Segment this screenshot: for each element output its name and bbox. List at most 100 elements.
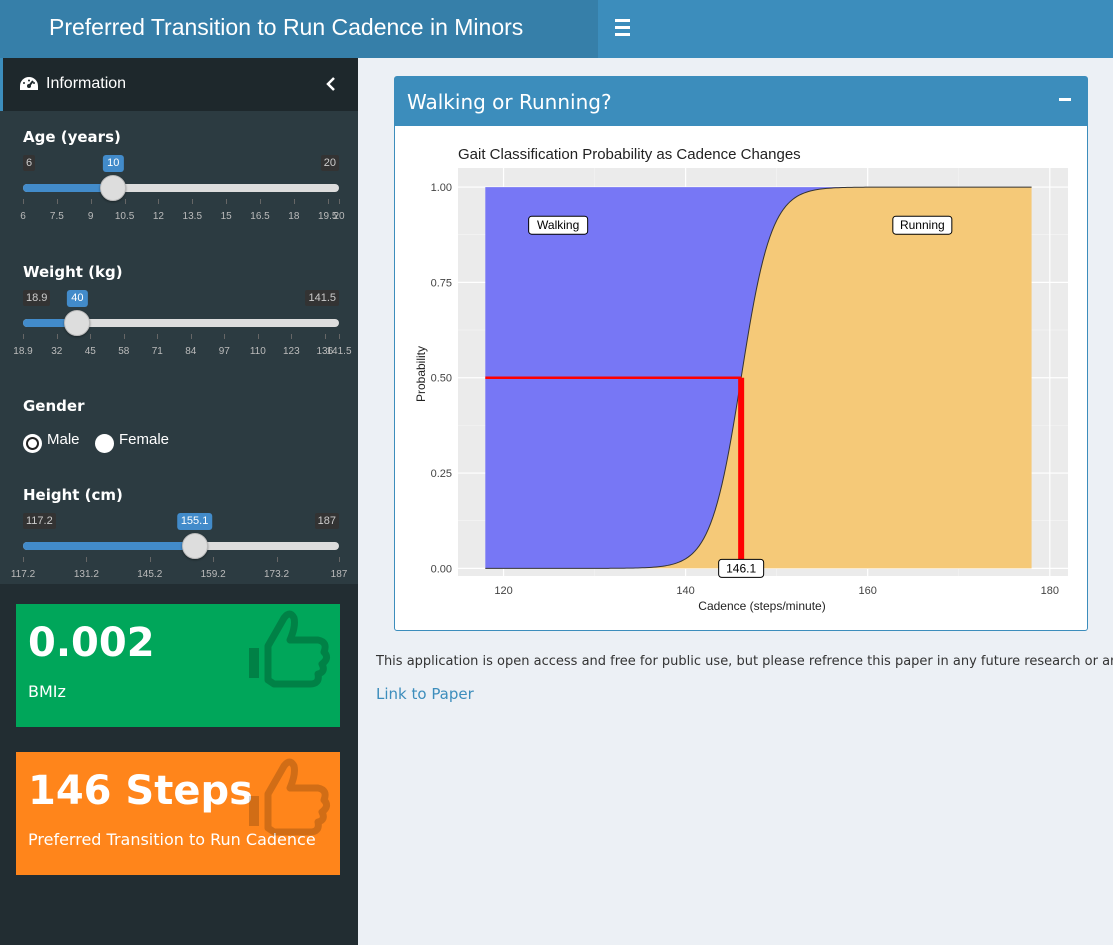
slider-tick [339,557,340,562]
sidebar: Information Age (years) 6 20 10 6 7.5 9 10.… [0,58,358,945]
slider-tick [339,199,340,204]
slider-tick [23,199,24,204]
annotation-running: Running [900,218,945,232]
x-tick-label: 140 [676,585,694,597]
radio-unselected-icon[interactable] [95,434,114,453]
slider-tick [56,334,58,339]
height-min-label: 117.2 [23,513,56,529]
slider-tick [260,199,261,204]
age-ticks [23,199,340,205]
sidebar-toggle-icon[interactable] [612,15,636,41]
bmiz-value-box: 0.002 BMIz [16,604,340,727]
steps-value-box: 146 Steps Preferred Transition to Run Ca… [16,752,340,875]
slider-tick-label: 15 [220,211,232,222]
slider-tick-label: 12 [152,211,164,222]
bmiz-label: BMIz [28,682,66,701]
slider-tick-label: 18.9 [13,346,33,357]
sidebar-item-information[interactable]: Information [0,58,358,111]
slider-tick [123,334,125,339]
height-slider[interactable]: 117.2 187 155.1 117.2 131.2 145.2 159.2 173.… [11,513,347,593]
gait-box: Walking or Running? Gait Classification … [394,76,1088,631]
slider-tick [158,199,160,204]
slider-tick [149,557,151,562]
y-tick-label: 1.00 [431,182,452,194]
weight-slider[interactable]: 18.9 141.5 40 18.9 32 45 58 71 84 97 110 123 136 1… [13,290,352,370]
slider-tick [90,334,92,339]
slider-tick-label: 18 [288,211,300,222]
slider-tick-label: 84 [185,346,197,357]
slider-tick-label: 145.2 [137,569,163,580]
height-value-label: 155.1 [176,513,213,530]
usage-note: This application is open access and free… [376,654,1113,669]
steps-value: 146 Steps [28,768,253,814]
slider-tick [86,557,88,562]
slider-tick [291,334,293,339]
slider-tick-label: 141.5 [326,346,352,357]
slider-tick [190,334,192,339]
age-label: Age (years) [23,128,121,146]
thumbs-up-icon [249,610,331,688]
collapse-icon[interactable] [1059,98,1071,101]
y-tick-label: 0.00 [431,563,452,575]
height-handle[interactable] [181,533,208,559]
slider-tick-label: 117.2 [10,569,36,580]
slider-tick [224,334,226,339]
paper-link[interactable]: Link to Paper [376,685,474,703]
weight-label: Weight (kg) [23,263,123,281]
age-max-label: 20 [320,155,339,171]
slider-tick-label: 32 [51,346,63,357]
slider-tick [226,199,228,204]
transition-label: 146.1 [726,561,756,575]
slider-tick-label: 7.5 [49,211,64,222]
chart-ylabel: Probability [414,346,428,402]
annotation-walking: Walking [537,218,579,232]
slider-tick-label: 123 [282,346,300,357]
height-max-label: 187 [314,513,339,529]
chart-xlabel: Cadence (steps/minute) [698,599,825,613]
slider-tick-label: 6 [20,211,26,222]
slider-tick-label: 10.5 [114,211,135,222]
gender-label: Gender [23,397,85,415]
slider-tick [257,334,259,339]
gender-option-label: Female [119,431,170,448]
age-slider[interactable]: 6 20 10 6 7.5 9 10.5 12 13.5 15 16.5 18 19.5 20 [20,155,345,235]
slider-tick-label: 187 [330,569,348,580]
slider-tick-label: 131.2 [73,569,99,580]
slider-tick [327,199,329,204]
height-ticks [23,557,340,563]
slider-tick-label: 71 [151,346,163,357]
header-bar: Preferred Transition to Run Cadence in M… [0,0,1113,58]
slider-tick-label: 45 [84,346,96,357]
box-title: Walking or Running? [407,90,612,114]
chart-title: Gait Classification Probability as Caden… [458,146,801,163]
age-value-label: 10 [103,155,124,172]
dashboard-icon [20,77,38,90]
slider-tick [124,199,126,204]
height-label: Height (cm) [23,486,123,504]
slider-tick [192,199,194,204]
slider-tick [23,557,24,562]
y-tick-label: 0.25 [431,468,452,480]
weight-min-label: 18.9 [23,290,51,306]
y-tick-label: 0.75 [431,277,452,289]
app-title: Preferred Transition to Run Cadence in M… [0,0,598,58]
slider-tick [56,199,58,204]
slider-tick [324,334,326,339]
gait-probability-chart: Gait Classification Probability as Caden… [414,146,1068,613]
radio-selected-icon[interactable] [23,434,42,453]
slider-tick [23,334,24,339]
height-fill [23,542,195,550]
chevron-left-icon[interactable] [326,77,336,91]
bmiz-value: 0.002 [28,620,155,666]
sidebar-controls: Information Age (years) 6 20 10 6 7.5 9 10.… [0,58,358,584]
weight-handle[interactable] [64,310,91,336]
x-tick-label: 120 [494,585,512,597]
slider-tick [90,199,92,204]
sidebar-item-label: Information [46,75,127,92]
slider-tick-label: 58 [118,346,130,357]
weight-max-label: 141.5 [305,290,339,306]
slider-tick [293,199,295,204]
weight-ticks [23,334,340,340]
age-handle[interactable] [100,175,127,201]
slider-tick-label: 97 [218,346,230,357]
